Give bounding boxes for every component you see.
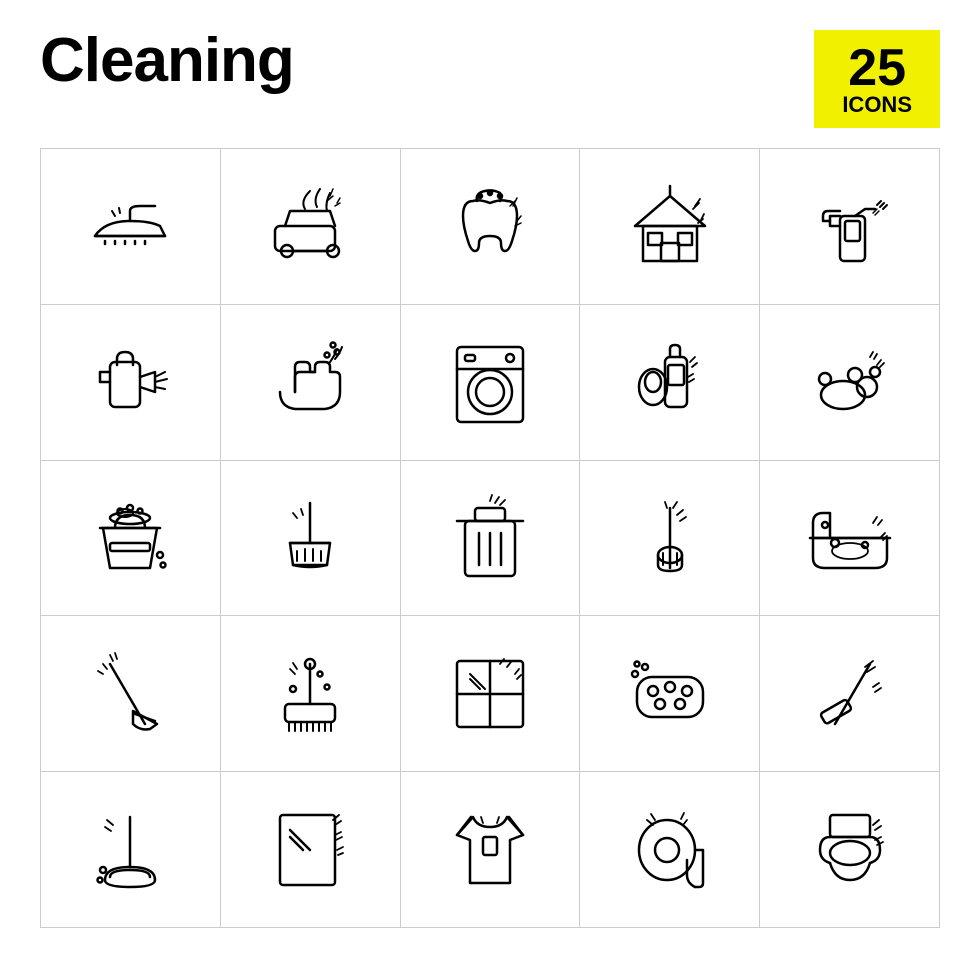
icon-spray-bottle <box>760 149 940 305</box>
icon-window <box>401 616 581 772</box>
icon-grid <box>40 148 940 928</box>
icon-bucket <box>41 461 221 617</box>
badge-text: ICONS <box>842 94 912 116</box>
icon-bathtub <box>760 461 940 617</box>
icon-count-badge: 25 ICONS <box>814 30 940 128</box>
icon-spray-gun <box>41 305 221 461</box>
icon-sponge <box>580 616 760 772</box>
icon-toilet <box>760 772 940 928</box>
page-title: Cleaning <box>40 30 294 92</box>
icon-iron <box>41 149 221 305</box>
icon-clean-house <box>580 149 760 305</box>
icon-hand-wash <box>221 305 401 461</box>
icon-toilet-paper <box>580 772 760 928</box>
icon-dustpan <box>221 461 401 617</box>
icon-car-wash <box>221 149 401 305</box>
icon-broom <box>41 616 221 772</box>
icon-plunger <box>41 772 221 928</box>
icon-squeegee <box>760 616 940 772</box>
icon-toilet-brush <box>580 461 760 617</box>
icon-trash-bin <box>401 461 581 617</box>
icon-cleaner-with-plate <box>580 305 760 461</box>
icon-washing-machine <box>401 305 581 461</box>
icon-soap-bubbles <box>760 305 940 461</box>
icon-floor-brush <box>221 616 401 772</box>
icon-glass-clean <box>221 772 401 928</box>
icon-shirt <box>401 772 581 928</box>
badge-number: 25 <box>848 42 906 94</box>
icon-tooth <box>401 149 581 305</box>
page-header: Cleaning 25 ICONS <box>0 0 980 148</box>
